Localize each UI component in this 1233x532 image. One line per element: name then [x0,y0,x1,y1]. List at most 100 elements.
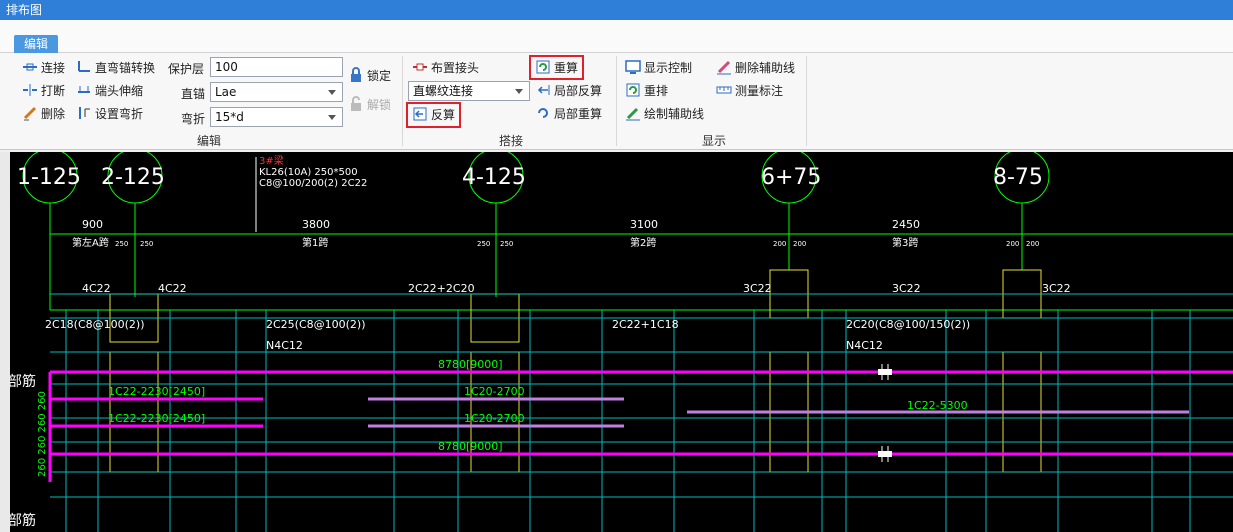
span-label: 第2跨 [630,236,656,249]
reverse-calc-highlight [406,102,461,128]
drawing-svg[interactable]: 1-125 2-125 4-125 6+75 8-75 3#梁 KL26(10A… [10,152,1233,532]
top-bar-label: 3C22 [743,282,772,295]
display-control-button[interactable]: 显示控制 [625,57,692,77]
end-stretch-button[interactable]: 端头伸缩 [76,80,143,100]
rebar-layout-canvas[interactable]: 1-125 2-125 4-125 6+75 8-75 3#梁 KL26(10A… [10,152,1233,532]
stirrup-label: 2C20(C8@100/150(2)) [846,318,970,331]
dimension-text: 900 [82,218,103,231]
group-display-title: 显示 [702,134,727,148]
unlock-icon [348,96,364,112]
beam-info: KL26(10A) 250*500 [259,167,358,178]
ruler-icon [716,82,732,98]
rebar-length-label: 1C22-5300 [907,399,968,412]
measure-button[interactable]: 测量标注 [716,80,783,100]
group-splice-title: 搭接 [499,134,524,148]
rebar-length-label: 1C22-2230[2450] [108,412,205,425]
axis-label: 8-75 [993,165,1043,190]
lock-icon [348,67,364,83]
side-label: 部筋 [10,373,36,390]
stirrup-label: 2C22+1C18 [612,318,679,331]
side-label: 部筋 [10,512,36,529]
place-joint-button[interactable]: 布置接头 [412,57,479,77]
left-panel-edge [0,152,10,532]
ribbon-tabstrip: 编辑 [0,20,1233,53]
axis-label: 4-125 [462,165,526,190]
joint-type-select[interactable]: 直螺纹连接 [408,81,530,101]
group-edit-title: 编辑 [197,134,222,148]
column-dim: 200 [773,240,786,248]
axis-label: 1-125 [17,165,81,190]
top-bar-label: 2C22+2C20 [408,282,475,295]
bend-select[interactable]: 15*d [210,107,343,127]
bend-label: 弯折 [181,112,206,126]
column-dim: 200 [1006,240,1019,248]
pencil-icon [625,105,641,121]
unlock-button[interactable]: 解锁 [348,94,391,114]
local-reverse-icon [535,82,551,98]
recalc-highlight [529,55,584,80]
group-separator [616,56,617,146]
local-recalc-button[interactable]: 局部重算 [535,103,602,123]
span-label: 第左A跨 [72,236,109,249]
column-dim: 250 [477,240,490,248]
stirrup-label: 2C25(C8@100(2)) [266,318,366,331]
rebar-length-label: 1C20-2700 [464,385,525,398]
group-separator [402,56,403,146]
anchor-label: 直锚 [181,87,206,101]
monitor-icon [625,59,641,75]
rebar-length-label: 1C20-2700 [464,412,525,425]
rebar-length-label: 8780[9000] [438,358,503,371]
dimension-text: 3800 [302,218,330,231]
beam-label: 3#梁 [259,154,284,167]
joint-icon [412,59,428,75]
rearrange-button[interactable]: 重排 [625,80,668,100]
local-reverse-button[interactable]: 局部反算 [535,80,602,100]
dimension-text: 3100 [630,218,658,231]
group-separator [806,56,807,146]
rebar-length-label: 1C22-2230[2450] [108,385,205,398]
top-bar-label: 3C22 [1042,282,1071,295]
delete-button[interactable]: 删除 [22,103,65,123]
vertical-dim-label: 260 260 260 260 [37,391,48,477]
column-dim: 250 [140,240,153,248]
straight-bend-convert-button[interactable]: 直弯锚转换 [76,57,155,77]
rebar-length-label: 8780[9000] [438,440,503,453]
set-bend-icon [76,105,92,121]
connect-button[interactable]: 连接 [22,57,65,77]
axis-label: 6+75 [761,165,821,190]
connect-icon [22,59,38,75]
top-bar-label: 4C22 [158,282,187,295]
column-dim: 200 [793,240,806,248]
delete-aux-button[interactable]: 删除辅助线 [716,57,795,77]
span-label: 第3跨 [892,236,918,249]
eraser-icon [22,105,38,121]
joint-marker[interactable] [878,364,892,380]
lock-button[interactable]: 锁定 [348,65,391,85]
set-bend-button[interactable]: 设置弯折 [76,103,143,123]
waist-bar-label: N4C12 [846,339,883,352]
window-title: 排布图 [0,0,1233,20]
break-button[interactable]: 打断 [22,80,65,100]
beam-info: C8@100/200(2) 2C22 [259,178,367,189]
anchor-select[interactable]: Lae [210,82,343,102]
waist-bar-label: N4C12 [266,339,303,352]
top-bar-label: 3C22 [892,282,921,295]
tab-edit[interactable]: 编辑 [14,35,59,53]
top-bar-label: 4C22 [82,282,111,295]
stirrup-label: 2C18(C8@100(2)) [45,318,145,331]
cover-input[interactable]: 100 [210,57,343,77]
draw-aux-button[interactable]: 绘制辅助线 [625,103,704,123]
break-icon [22,82,38,98]
column-dim: 250 [115,240,128,248]
joint-marker[interactable] [878,446,892,462]
span-label: 第1跨 [302,236,328,249]
end-stretch-icon [76,82,92,98]
dimension-text: 2450 [892,218,920,231]
local-recalc-icon [535,105,551,121]
column-dim: 200 [1026,240,1039,248]
ribbon: 编辑 连接 打断 删除 直弯锚转换 端头伸缩 设置弯折 保护层 100 直锚 L… [0,20,1233,150]
axis-label: 2-125 [101,165,165,190]
bend-convert-icon [76,59,92,75]
rearrange-icon [625,82,641,98]
eraser-icon [716,59,732,75]
